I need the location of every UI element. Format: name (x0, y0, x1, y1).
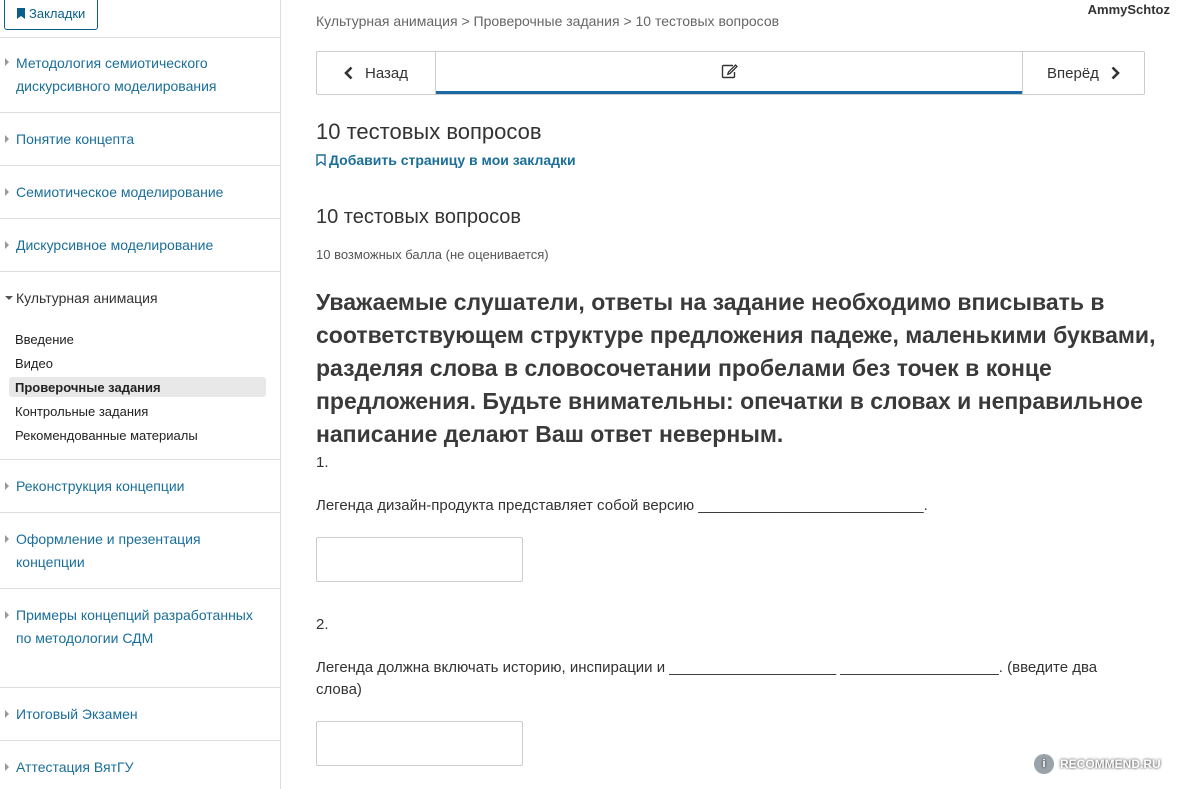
chapter-label[interactable]: Понятие концепта (16, 128, 134, 151)
subsection-item[interactable]: Рекомендованные материалы (15, 428, 198, 444)
add-bookmark-label: Добавить страницу в мои закладки (329, 152, 576, 168)
add-bookmark-link[interactable]: Добавить страницу в мои закладки (316, 152, 576, 168)
watermark-text: RECOMMEND.RU (1060, 757, 1161, 771)
answer-input[interactable] (316, 721, 523, 766)
chapter-item[interactable]: Семиотическое моделирование (0, 166, 280, 219)
breadcrumb: Культурная анимация > Проверочные задани… (316, 13, 780, 29)
caret-right-icon (5, 241, 9, 249)
chapter-label[interactable]: Культурная анимация (16, 287, 158, 310)
page-title: 10 тестовых вопросов (316, 119, 542, 144)
caret-right-icon (5, 535, 9, 543)
question-text: Легенда должна включать историю, инспира… (316, 659, 1098, 698)
bookmarks-label: Закладки (29, 5, 86, 21)
previous-label: Назад (365, 64, 408, 82)
course-sidebar: Закладки Методология семиотического диск… (0, 0, 281, 789)
subsection-item[interactable]: Контрольные задания (15, 404, 148, 420)
instructions-text: Уважаемые слушатели, ответы на задание н… (316, 289, 1156, 447)
watermark: i RECOMMEND.RU (1034, 754, 1161, 774)
caret-right-icon (5, 710, 9, 718)
chapter-item[interactable]: Дискурсивное моделирование (0, 219, 280, 272)
caret-right-icon (5, 482, 9, 490)
chapter-label[interactable]: Оформление и презентация концепции (16, 528, 246, 574)
chapter-item[interactable]: Итоговый Экзамен (0, 688, 280, 741)
next-label: Вперёд (1047, 64, 1099, 82)
chapter-label[interactable]: Реконструкция концепции (16, 475, 184, 498)
chapter-label[interactable]: Методология семиотического дискурсивного… (16, 52, 266, 98)
caret-right-icon (5, 188, 9, 196)
problem-points: 10 возможных балла (не оценивается) (316, 247, 549, 262)
subsection-item-selected[interactable]: Проверочные задания (15, 380, 161, 396)
caret-right-icon (5, 611, 9, 619)
chevron-left-icon (344, 66, 353, 80)
chapter-item[interactable]: Понятие концепта (0, 113, 280, 166)
question-text: Легенда дизайн-продукта представляет соб… (316, 497, 928, 514)
next-button[interactable]: Вперёд (1022, 52, 1144, 94)
subsection-item[interactable]: Введение (15, 332, 74, 348)
chapter-label[interactable]: Аттестация ВятГУ (16, 756, 133, 779)
chapter-item[interactable]: Методология семиотического дискурсивного… (0, 38, 280, 113)
caret-right-icon (5, 135, 9, 143)
question-number: 1. (316, 454, 329, 471)
chapter-item[interactable]: Аттестация ВятГУ (0, 741, 280, 789)
caret-down-icon (5, 296, 13, 300)
chapter-label[interactable]: Итоговый Экзамен (16, 703, 138, 726)
chapter-label[interactable]: Семиотическое моделирование (16, 181, 223, 204)
answer-input[interactable] (316, 537, 523, 582)
chapter-item[interactable]: Реконструкция концепции (0, 460, 280, 513)
caret-right-icon (5, 763, 9, 771)
recommend-logo-icon: i (1034, 754, 1054, 774)
bookmarks-button[interactable]: Закладки (4, 0, 98, 30)
sequence-nav: Назад Вперёд (316, 51, 1145, 95)
bookmark-outline-icon (316, 154, 326, 166)
chapter-label[interactable]: Примеры концепций разработанных по метод… (16, 604, 256, 650)
chapter-item[interactable]: Примеры концепций разработанных по метод… (0, 589, 280, 688)
caret-right-icon (5, 58, 9, 66)
current-unit-tab[interactable] (436, 52, 1023, 94)
bookmark-icon (17, 7, 25, 19)
problem-title: 10 тестовых вопросов (316, 206, 522, 228)
chapter-label[interactable]: Дискурсивное моделирование (16, 234, 213, 257)
chevron-right-icon (1111, 66, 1120, 80)
question-number: 2. (316, 616, 329, 633)
previous-button[interactable]: Назад (317, 52, 436, 94)
chapter-item[interactable]: Оформление и презентация концепции (0, 513, 280, 589)
edit-icon (721, 64, 738, 79)
username[interactable]: AmmySchtoz (1088, 2, 1170, 17)
subsection-item[interactable]: Видео (15, 356, 53, 372)
